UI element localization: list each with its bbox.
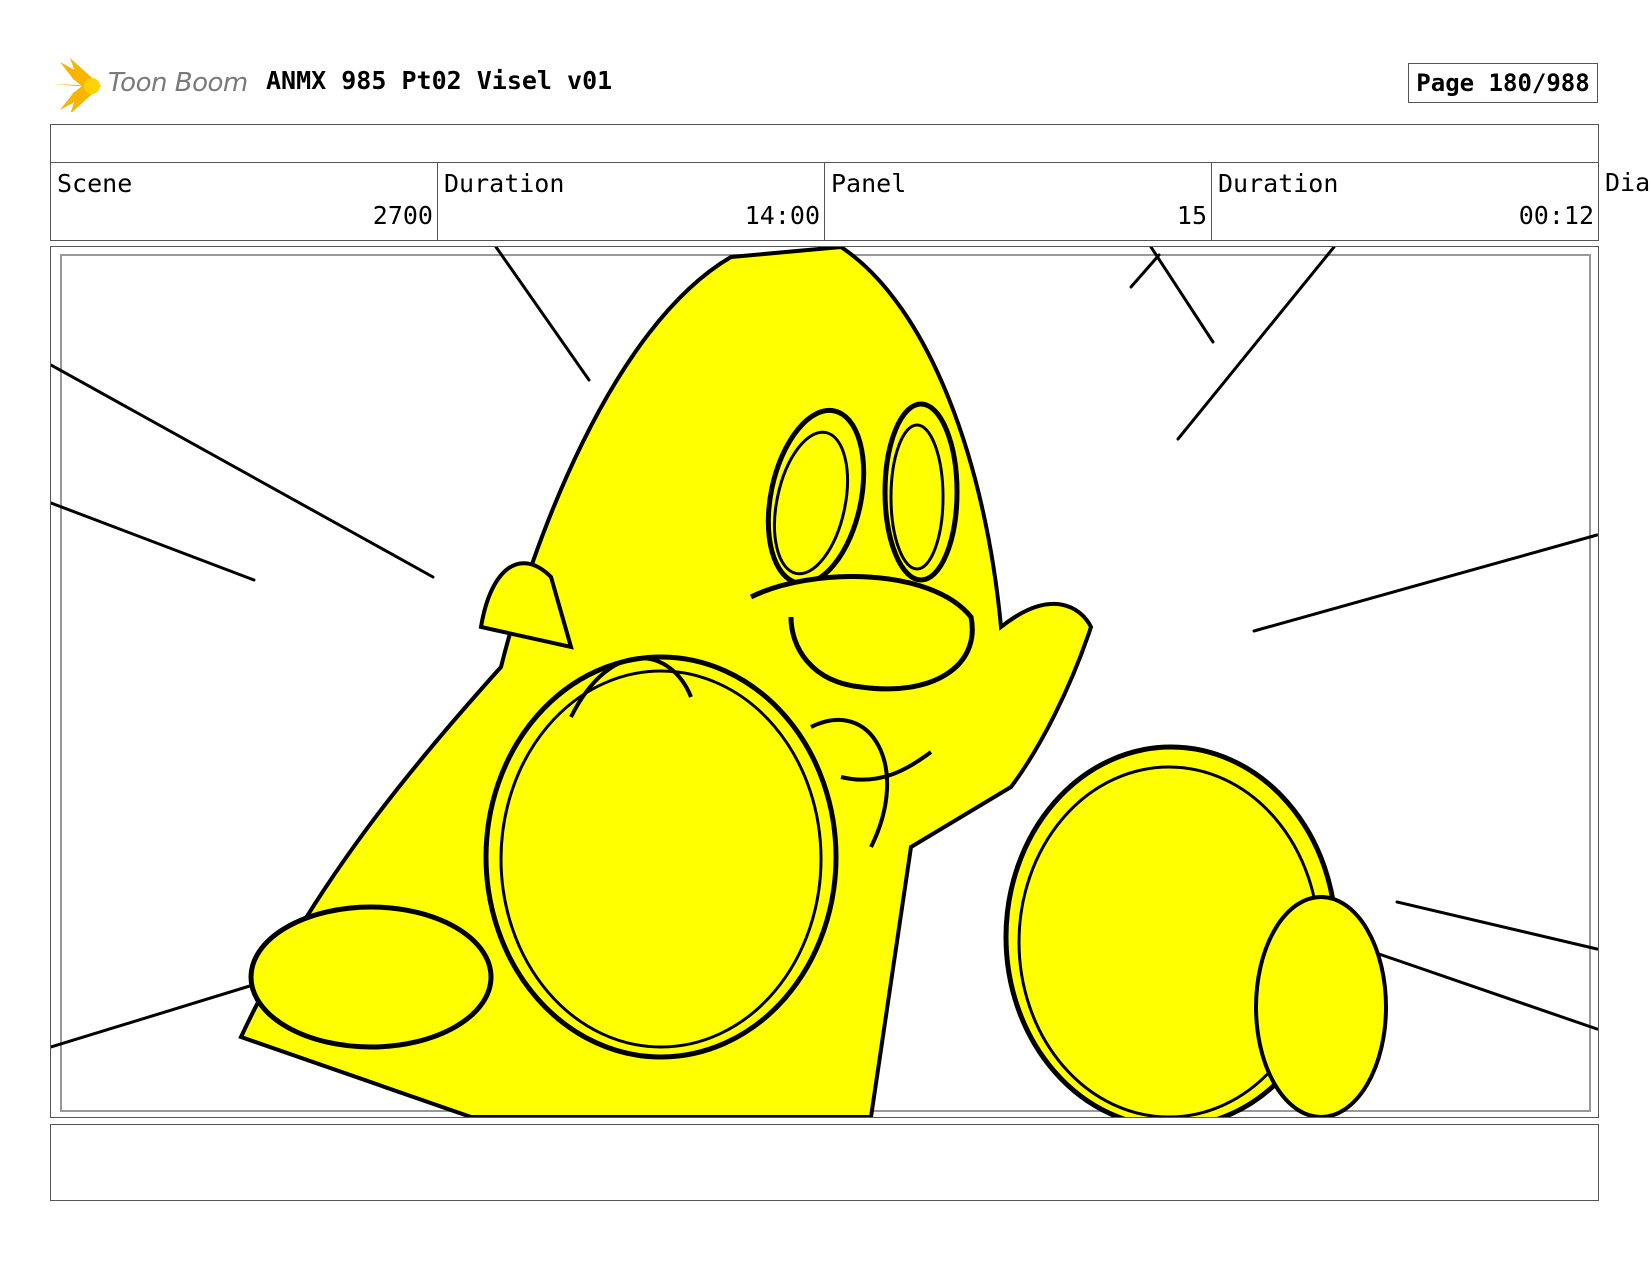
panel-value: 15: [1176, 201, 1207, 230]
panel-cell: Panel 15: [824, 162, 1212, 241]
info-row: Scene 2700 Duration 14:00 Panel 15 Durat…: [50, 162, 1650, 241]
header-blank-bar: [50, 124, 1599, 163]
scene-label: Scene: [57, 169, 133, 198]
scene-duration-value: 14:00: [744, 201, 820, 230]
logo-text: Toon Boom: [108, 68, 248, 98]
dialog-label: Dia: [1605, 168, 1650, 197]
document-title: ANMX 985 Pt02 Visel v01: [266, 66, 613, 95]
page-number: Page 180/988: [1408, 63, 1598, 103]
scene-cell: Scene 2700: [50, 162, 438, 241]
scene-value: 2700: [372, 201, 433, 230]
panel-duration-cell: Duration 00:12: [1211, 162, 1599, 241]
toon-boom-logo: Toon Boom: [52, 56, 252, 112]
notes-area: [50, 1124, 1599, 1201]
panel-duration-value: 00:12: [1518, 201, 1594, 230]
starburst-icon: [54, 58, 102, 112]
panel-label: Panel: [831, 169, 907, 198]
panel-duration-label: Duration: [1218, 169, 1339, 198]
scene-duration-label: Duration: [444, 169, 565, 198]
storyboard-sketch-image: [51, 247, 1598, 1117]
scene-duration-cell: Duration 14:00: [437, 162, 825, 241]
storyboard-panel: [50, 246, 1599, 1118]
